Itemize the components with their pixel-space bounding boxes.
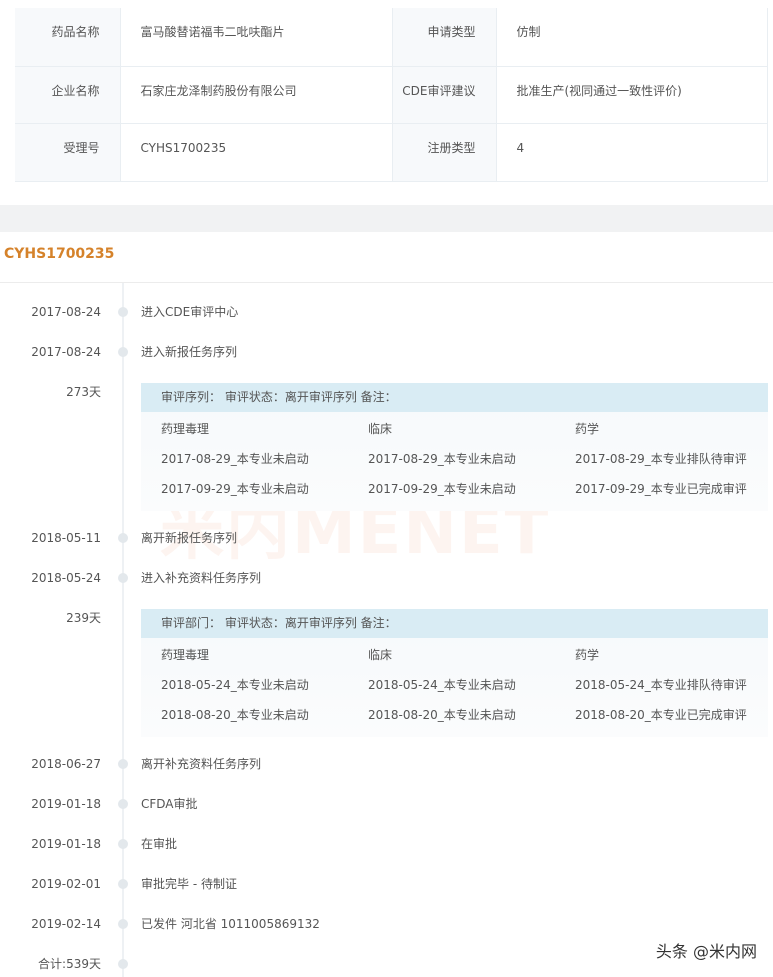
col-header: 临床 [368, 422, 393, 436]
timeline-event: 2017-08-24 进入新报任务序列 [0, 342, 773, 362]
event-text: CFDA审批 [141, 797, 198, 811]
value: CYHS1700235 [120, 123, 393, 182]
label: 企业名称 [15, 66, 121, 124]
label: 受理号 [15, 123, 121, 182]
event-date: 2019-01-18 [31, 837, 101, 851]
drug-info-table: 药品名称 富马酸替诺福韦二吡呋酯片 申请类型 仿制 企业名称 石家庄龙泽制药股份有限公司… [15, 8, 768, 182]
box-header: 审评部门： 审评状态：离开审评序列 备注： [141, 609, 768, 638]
event-text: 进入新报任务序列 [141, 345, 238, 359]
timeline-event: 2019-02-14 已发件 河北省 1011005869132 [0, 914, 773, 934]
timeline-event: 2019-01-18 CFDA审批 [0, 794, 773, 814]
event-date: 2019-02-01 [31, 877, 101, 891]
timeline-dot [118, 799, 128, 809]
cell: 2017-08-29_本专业未启动 [368, 452, 516, 466]
value: 富马酸替诺福韦二吡呋酯片 [120, 8, 393, 67]
review-detail-box: 审评部门： 审评状态：离开审评序列 备注： 药理毒理 临床 药学 2018-05-2… [141, 609, 768, 737]
value: 仿制 [496, 8, 768, 67]
divider [0, 282, 773, 283]
event-text: 进入补充资料任务序列 [141, 571, 262, 585]
event-date: 2018-05-11 [31, 531, 101, 545]
cell: 2018-05-24_本专业排队待审评 [575, 678, 747, 692]
event-text: 离开补充资料任务序列 [141, 757, 262, 771]
timeline-event: 2018-05-24 进入补充资料任务序列 [0, 568, 773, 588]
timeline-dot [118, 919, 128, 929]
event-text: 已发件 河北省 1011005869132 [141, 917, 320, 931]
timeline-dot [118, 759, 128, 769]
cell: 2018-08-20_本专业已完成审评 [575, 708, 747, 722]
total-days: 合计:539天 [38, 957, 101, 971]
review-detail-box: 审评序列： 审评状态：离开审评序列 备注： 药理毒理 临床 药学 2017-08-2… [141, 383, 768, 511]
event-date: 2018-05-24 [31, 571, 101, 585]
event-date: 2019-01-18 [31, 797, 101, 811]
cell: 2017-08-29_本专业排队待审评 [575, 452, 747, 466]
col-header: 药学 [575, 422, 600, 436]
event-text: 审批完毕 - 待制证 [141, 877, 237, 891]
label: 注册类型 [392, 123, 497, 182]
timeline-dot [118, 573, 128, 583]
col-header: 药理毒理 [161, 422, 210, 436]
timeline-dot [118, 347, 128, 357]
cell: 2018-05-24_本专业未启动 [368, 678, 516, 692]
col-header: 临床 [368, 648, 393, 662]
value: 批准生产(视同通过一致性评价) [496, 66, 768, 124]
timeline-event: 2018-06-27 离开补充资料任务序列 [0, 754, 773, 774]
acceptance-number-heading: CYHS1700235 [4, 246, 115, 262]
timeline-dot [118, 879, 128, 889]
timeline-event: 2017-08-24 进入CDE审评中心 [0, 302, 773, 322]
cell: 2018-08-20_本专业未启动 [161, 708, 309, 722]
label: CDE审评建议 [392, 66, 497, 124]
duration-days: 273天 [66, 385, 101, 399]
box-header: 审评序列： 审评状态：离开审评序列 备注： [141, 383, 768, 412]
section-divider [0, 205, 773, 232]
duration-days: 239天 [66, 611, 101, 625]
timeline-event: 2019-01-18 在审批 [0, 834, 773, 854]
label: 药品名称 [15, 8, 121, 67]
event-text: 在审批 [141, 837, 178, 851]
event-date: 2017-08-24 [31, 305, 101, 319]
event-date: 2019-02-14 [31, 917, 101, 931]
event-text: 进入CDE审评中心 [141, 305, 239, 319]
event-text: 离开新报任务序列 [141, 531, 238, 545]
timeline-dot [118, 839, 128, 849]
cell: 2017-09-29_本专业已完成审评 [575, 482, 747, 496]
cell: 2017-09-29_本专业未启动 [161, 482, 309, 496]
timeline-dot [118, 959, 128, 969]
cell: 2017-08-29_本专业未启动 [161, 452, 309, 466]
value: 石家庄龙泽制药股份有限公司 [120, 66, 393, 124]
value: 4 [496, 123, 768, 182]
label: 申请类型 [392, 8, 497, 67]
event-date: 2017-08-24 [31, 345, 101, 359]
cell: 2018-05-24_本专业未启动 [161, 678, 309, 692]
cell: 2017-09-29_本专业未启动 [368, 482, 516, 496]
col-header: 药学 [575, 648, 600, 662]
event-date: 2018-06-27 [31, 757, 101, 771]
timeline-dot [118, 533, 128, 543]
timeline-event: 2019-02-01 审批完毕 - 待制证 [0, 874, 773, 894]
attribution-watermark: 头条 @米内网 [655, 942, 757, 961]
timeline-event: 2018-05-11 离开新报任务序列 [0, 528, 773, 548]
col-header: 药理毒理 [161, 648, 210, 662]
timeline-dot [118, 307, 128, 317]
cell: 2018-08-20_本专业未启动 [368, 708, 516, 722]
